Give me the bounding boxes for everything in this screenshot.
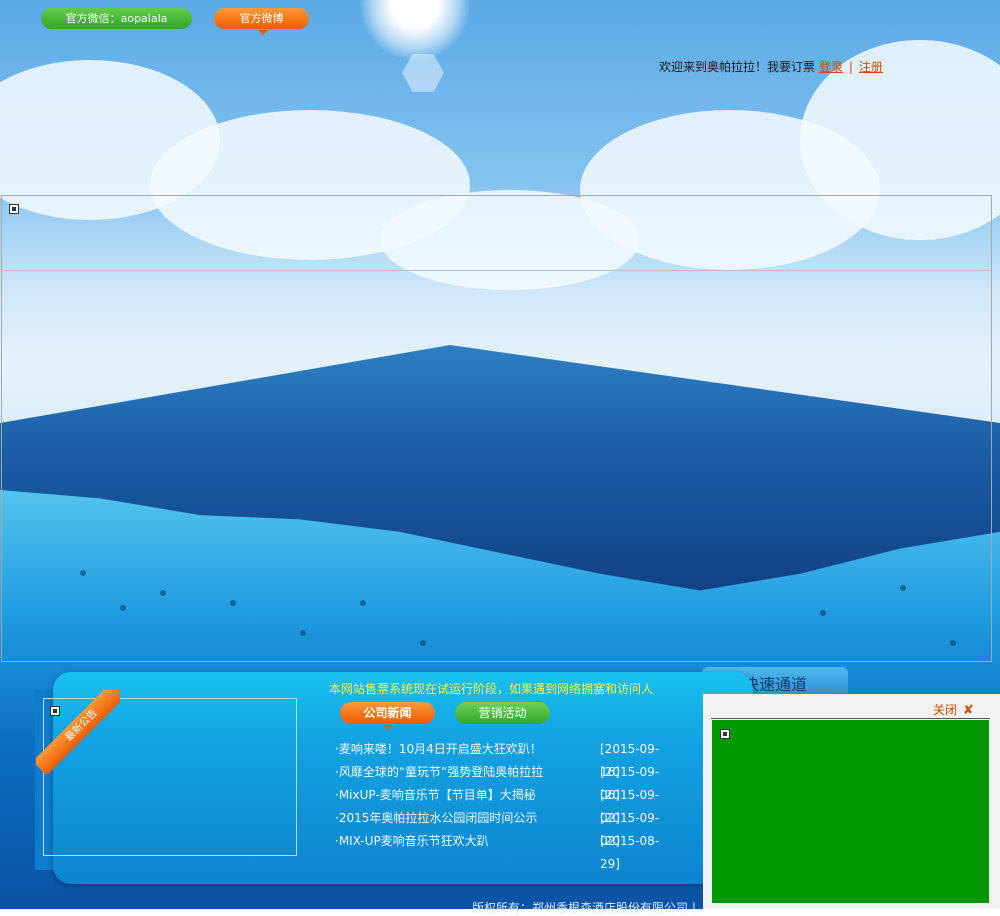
list-item[interactable]: ·MixUP-麦响音乐节【节目单】大揭秘 [2015-09-02] [335, 784, 675, 825]
close-button[interactable]: 关闭 ✘ [933, 701, 974, 718]
notice-marquee: 本网站售票系统现在试运行阶段，如果遇到网络拥塞和访问人 [329, 682, 654, 696]
x-icon[interactable]: ✘ [963, 703, 974, 718]
banner-flash-placeholder[interactable] [1, 195, 992, 662]
news-title[interactable]: ·麦响来喽！10月4日开启盛大狂欢趴！ [335, 742, 542, 756]
separator: | [848, 60, 853, 74]
wechat-badge[interactable]: 官方微信：aopalala [41, 8, 192, 29]
plugin-placeholder-icon [720, 729, 730, 739]
register-link[interactable]: 注册 [859, 60, 883, 74]
news-date: [2015-08-29] [600, 834, 660, 871]
plugin-placeholder-icon [9, 204, 19, 214]
ribbon-label: 最新公告 [36, 690, 120, 774]
news-title[interactable]: ·2015年奥帕拉拉水公园闭园时间公示 [335, 811, 537, 825]
news-title[interactable]: ·风靡全球的“童玩节”强势登陆奥帕拉拉 [335, 765, 543, 779]
weibo-button[interactable]: 官方微博 [214, 8, 309, 35]
list-item[interactable]: ·2015年奥帕拉拉水公园闭园时间公示 [2015-09-02] [335, 807, 675, 848]
tab-company-news[interactable]: 公司新闻 [340, 702, 435, 730]
list-item[interactable]: ·MIX-UP麦响音乐节狂欢大趴 [2015-08-29] [335, 830, 675, 871]
close-label[interactable]: 关闭 [933, 703, 957, 717]
welcome-bar: 欢迎来到奥帕拉拉！我要订票 登录 | 注册 [659, 58, 883, 75]
divider [711, 718, 990, 719]
welcome-text: 欢迎来到奥帕拉拉！我要订票 [659, 60, 816, 74]
floating-ad-content[interactable] [712, 720, 989, 903]
notice-ribbon: 最新公告 [36, 690, 120, 774]
divider [1, 270, 990, 271]
news-list: ·麦响来喽！10月4日开启盛大狂欢趴！ [2015-09-16] ·风靡全球的“… [335, 738, 675, 871]
list-item[interactable]: ·麦响来喽！10月4日开启盛大狂欢趴！ [2015-09-16] [335, 738, 675, 779]
footer-copyright: 版权所有：郑州香根森酒店股份有限公司 | [472, 901, 696, 915]
login-link[interactable]: 登录 [819, 60, 843, 74]
tab-marketing[interactable]: 营销活动 [455, 702, 550, 724]
news-title[interactable]: ·MIX-UP麦响音乐节狂欢大趴 [335, 834, 489, 848]
news-title[interactable]: ·MixUP-麦响音乐节【节目单】大揭秘 [335, 788, 536, 802]
list-item[interactable]: ·风靡全球的“童玩节”强势登陆奥帕拉拉 [2015-09-06] [335, 761, 675, 802]
